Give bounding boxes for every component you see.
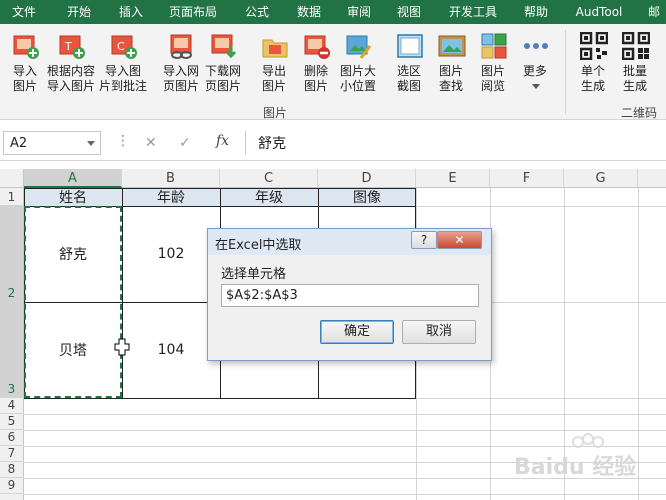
import-by-content-label: 根据内容 导入图片: [46, 64, 95, 93]
group-label-picture: 图片: [262, 106, 287, 120]
formula-bar-divider-dots: ⋮: [116, 133, 130, 149]
cell-b3[interactable]: 104: [122, 302, 220, 398]
import-image-icon: [13, 35, 39, 59]
dialog-title: 在Excel中选取: [215, 238, 302, 253]
chevron-down-icon: [532, 84, 540, 89]
tab-developer[interactable]: 开发工具: [440, 0, 506, 24]
column-header-b[interactable]: B: [122, 169, 220, 188]
more-label: 更多: [522, 64, 547, 78]
import-to-comment-label: 导入图 片到批注: [98, 64, 147, 93]
import-to-comment-icon: C: [111, 35, 137, 59]
import-by-content-button[interactable]: T 根据内容 导入图片: [46, 32, 96, 110]
group-label-qrcode: 二维码: [620, 106, 657, 120]
cancel-entry-icon[interactable]: ✕: [145, 135, 157, 151]
import-to-comment-button[interactable]: C 导入图 片到批注: [98, 32, 148, 110]
image-size-position-label: 图片大 小位置: [339, 64, 376, 93]
more-icon: [524, 43, 548, 49]
delete-image-icon: [304, 35, 330, 59]
formula-input[interactable]: 舒克: [245, 131, 666, 155]
cell-select-cursor-icon: [114, 338, 130, 356]
tab-view[interactable]: 视图: [388, 0, 430, 24]
column-header-e[interactable]: E: [416, 169, 490, 188]
name-box-value: A2: [10, 136, 28, 151]
tab-file[interactable]: 文件: [4, 0, 44, 24]
qr-batch-label: 批量 生成: [622, 64, 647, 93]
tab-review[interactable]: 审阅: [338, 0, 380, 24]
row-header-10[interactable]: [0, 494, 24, 500]
row-header-1[interactable]: 1: [0, 188, 24, 206]
column-header-a[interactable]: A: [24, 169, 122, 188]
range-input-value: $A$2:$A$3: [226, 288, 298, 303]
tab-home[interactable]: 开始: [58, 0, 100, 24]
help-button[interactable]: ?: [411, 231, 437, 249]
column-header-c[interactable]: C: [220, 169, 318, 188]
image-find-icon: [438, 35, 466, 57]
select-all-corner[interactable]: [0, 169, 24, 188]
download-web-image-icon: [211, 34, 237, 59]
dialog-title-bar[interactable]: 在Excel中选取 ? ✕: [208, 229, 491, 255]
formula-bar: A2 ⋮ ✕ ✓ fx 舒克: [0, 121, 666, 161]
formula-content: 舒克: [258, 136, 286, 152]
tab-page-layout[interactable]: 页面布局: [160, 0, 226, 24]
import-by-content-icon: T: [59, 35, 85, 59]
dialog-prompt: 选择单元格: [221, 267, 287, 282]
tab-formulas[interactable]: 公式: [236, 0, 278, 24]
svg-text:Baidu 经验: Baidu 经验: [514, 454, 636, 480]
table-header-name[interactable]: 姓名: [24, 188, 122, 206]
image-browse-icon: [481, 33, 507, 59]
ribbon-tab-bar: 文件 开始 插入 页面布局 公式 数据 审阅 视图 开发工具 帮助 AudToo…: [0, 0, 666, 24]
download-web-image-button[interactable]: 下载网 页图片: [198, 32, 248, 110]
cancel-button[interactable]: 取消: [402, 320, 476, 344]
tab-insert[interactable]: 插入: [110, 0, 152, 24]
row-header-2[interactable]: 2: [0, 206, 24, 302]
qr-batch-icon: [622, 32, 650, 60]
tab-data[interactable]: 数据: [288, 0, 330, 24]
svg-text:C: C: [117, 40, 125, 53]
insert-function-icon[interactable]: fx: [216, 133, 229, 149]
export-image-icon: [262, 39, 288, 58]
baidu-watermark: Baidu 经验: [512, 430, 642, 482]
download-web-image-label: 下载网 页图片: [204, 64, 241, 93]
qr-single-icon: [580, 32, 608, 60]
column-header-g[interactable]: G: [564, 169, 638, 188]
column-header-f[interactable]: F: [490, 169, 564, 188]
ok-button[interactable]: 确定: [320, 320, 394, 344]
selection-screenshot-icon: [397, 34, 423, 58]
table-header-grade[interactable]: 年级: [220, 188, 318, 206]
image-size-position-button[interactable]: 图片大 小位置: [333, 32, 383, 110]
ribbon: 导入 图片 T 根据内容 导入图片 C 导入图 片到批注 导入网 页图片 下载网…: [0, 24, 666, 120]
row-header-7[interactable]: 7: [0, 446, 24, 462]
tab-audtool[interactable]: AudTool: [566, 0, 632, 24]
tab-mail[interactable]: 邮: [648, 0, 666, 24]
qr-batch-button[interactable]: 批量 生成: [610, 32, 660, 110]
row-header-4[interactable]: 4: [0, 398, 24, 414]
chevron-down-icon[interactable]: [87, 141, 95, 146]
column-header-h[interactable]: [638, 169, 666, 188]
svg-text:T: T: [64, 40, 72, 53]
table-header-age[interactable]: 年龄: [122, 188, 220, 206]
select-range-dialog: 在Excel中选取 ? ✕ 选择单元格 $A$2:$A$3 确定 取消: [207, 228, 492, 361]
name-box[interactable]: A2: [3, 131, 101, 155]
cell-b2[interactable]: 102: [122, 206, 220, 302]
close-button[interactable]: ✕: [437, 231, 482, 249]
more-button[interactable]: 更多: [510, 32, 560, 110]
table-header-image[interactable]: 图像: [318, 188, 416, 206]
tab-help[interactable]: 帮助: [515, 0, 557, 24]
row-header-9[interactable]: 9: [0, 478, 24, 494]
row-header-8[interactable]: 8: [0, 462, 24, 478]
import-web-image-icon: [170, 34, 192, 59]
range-input[interactable]: $A$2:$A$3: [221, 284, 479, 307]
selection-marquee: [24, 206, 122, 398]
confirm-entry-icon[interactable]: ✓: [179, 135, 191, 151]
image-size-position-icon: [346, 35, 372, 59]
column-header-d[interactable]: D: [318, 169, 416, 188]
row-header-6[interactable]: 6: [0, 430, 24, 446]
row-header-5[interactable]: 5: [0, 414, 24, 430]
row-header-3[interactable]: 3: [0, 302, 24, 398]
